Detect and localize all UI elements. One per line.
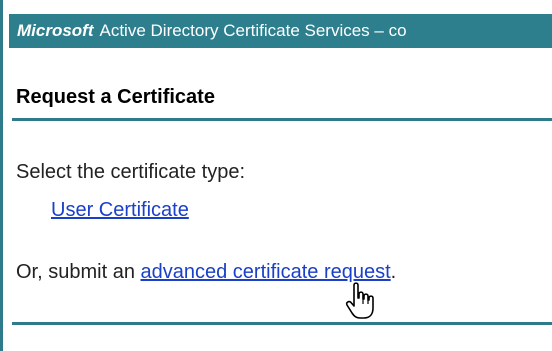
certificate-type-prompt: Select the certificate type:: [16, 161, 246, 183]
submit-suffix-text: .: [390, 261, 397, 283]
header-banner: Microsoft Active Directory Certificate S…: [9, 14, 552, 48]
banner-title: Active Directory Certificate Services – …: [99, 21, 407, 40]
title-divider: [12, 118, 552, 121]
bottom-divider: [12, 322, 552, 325]
page-title: Request a Certificate: [16, 86, 215, 108]
submit-prefix-text: Or, submit an: [16, 261, 141, 283]
advanced-request-line: Or, submit an advanced certificate reque…: [16, 261, 396, 284]
hand-pointer-icon: [345, 282, 374, 319]
brand-name: Microsoft: [17, 21, 94, 40]
advanced-certificate-request-link[interactable]: advanced certificate request: [141, 261, 391, 283]
page-frame: Microsoft Active Directory Certificate S…: [0, 0, 552, 351]
user-certificate-link[interactable]: User Certificate: [51, 199, 189, 222]
